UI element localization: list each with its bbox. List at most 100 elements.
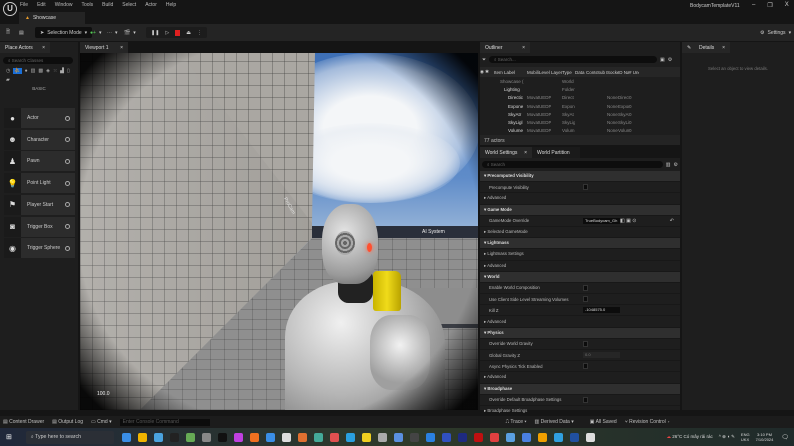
taskbar-search-input[interactable]: ⌕ Type here to search: [25, 430, 114, 444]
column-header[interactable]: Type: [562, 70, 575, 75]
selection-mode-dropdown[interactable]: ➤ Selection Mode ▾: [35, 27, 93, 38]
actor-item-player-start[interactable]: ⚑ Player Start: [4, 194, 75, 215]
content-drawer-button[interactable]: ▤ Content Drawer: [3, 419, 44, 425]
all-classes-icon[interactable]: ▟: [60, 68, 64, 74]
setting-row-world[interactable]: ▾ World: [480, 271, 680, 283]
setting-checkbox[interactable]: [583, 284, 588, 291]
derived-data-button[interactable]: ▥ Derived Data ▾: [535, 419, 574, 425]
close-tab-icon[interactable]: ×: [42, 45, 45, 51]
setting-row-precomputed-visibility[interactable]: ▾ Precomputed Visibility: [480, 171, 680, 183]
settings-button[interactable]: ⚙ Settings ▾: [760, 27, 791, 38]
menu-tools[interactable]: Tools: [81, 2, 93, 8]
setting-row-physics[interactable]: ▾ Physics: [480, 327, 680, 339]
columns-icon[interactable]: ▥: [666, 162, 671, 168]
search-classes-input[interactable]: ⌕ Search Classes: [3, 57, 73, 64]
taskbar-app-icon[interactable]: [505, 432, 515, 442]
help-icon[interactable]: [65, 115, 70, 121]
help-icon[interactable]: [65, 224, 70, 229]
taskbar-app-icon[interactable]: [121, 432, 131, 442]
placeable-icon[interactable]: ▰: [6, 77, 10, 83]
world-partition-tab[interactable]: World Partition: [532, 147, 580, 158]
taskbar-app-icon[interactable]: [313, 432, 323, 442]
setting-row-lightmass-settings[interactable]: ▸ Lightmass Settings: [480, 249, 680, 261]
pause-button[interactable]: ❚❚: [151, 30, 159, 36]
volumes-icon[interactable]: ⁙: [53, 68, 57, 74]
unreal-logo-icon[interactable]: U: [3, 2, 17, 16]
cinematics-button[interactable]: 🎬 ▾: [124, 27, 136, 38]
taskbar-app-icon[interactable]: [537, 432, 547, 442]
menu-build[interactable]: Build: [102, 2, 113, 8]
outliner-row[interactable]: Showcase (World: [480, 77, 680, 85]
close-tab-icon[interactable]: ×: [120, 45, 123, 51]
stop-button[interactable]: [175, 29, 181, 36]
taskbar-app-icon[interactable]: [457, 432, 467, 442]
help-icon[interactable]: [65, 137, 70, 143]
taskbar-app-icon[interactable]: [265, 432, 275, 442]
taskbar-app-icon[interactable]: [473, 432, 483, 442]
taskbar-app-icon[interactable]: [585, 432, 595, 442]
taskbar-app-icon[interactable]: [361, 432, 371, 442]
reset-icon[interactable]: ↶: [670, 218, 674, 224]
basic-category-icon[interactable]: ⛹: [13, 68, 22, 74]
actor-item-trigger-sphere[interactable]: ◉ Trigger Sphere: [4, 238, 75, 259]
clock[interactable]: 3:10 PM 7/10/2024: [756, 432, 774, 442]
notifications-icon[interactable]: 🗨: [781, 434, 789, 441]
tray-icons[interactable]: ^ ⊕ ◖ ✎: [719, 434, 735, 440]
visibility-column-icon[interactable]: ◉ ✱: [480, 69, 494, 75]
close-tab-icon[interactable]: ×: [524, 150, 527, 156]
details-tab[interactable]: ✎ Details ×: [682, 42, 730, 53]
actor-item-pawn[interactable]: ♟ Pawn: [4, 151, 75, 172]
lights-icon[interactable]: ●: [25, 68, 28, 74]
taskbar-app-icon[interactable]: [553, 432, 563, 442]
taskbar-app-icon[interactable]: [233, 432, 243, 442]
actor-item-point-light[interactable]: 💡 Point Light: [4, 173, 75, 194]
taskbar-app-icon[interactable]: [489, 432, 499, 442]
eject-button[interactable]: ⏏: [186, 30, 191, 36]
column-header[interactable]: Socket: [607, 70, 618, 75]
setting-row-advanced[interactable]: ▸ Advanced: [480, 261, 680, 272]
cmd-dropdown[interactable]: ▭ Cmd ▾: [91, 419, 112, 425]
setting-checkbox[interactable]: [583, 184, 588, 191]
taskbar-app-icon[interactable]: [393, 432, 403, 442]
cinematic-icon[interactable]: ▥: [31, 68, 36, 74]
revision-control-button[interactable]: ⑂ Revision Control ▾: [625, 419, 670, 425]
gamemode-dropdown[interactable]: TrueBodycam_Gh: [583, 217, 620, 224]
column-header[interactable]: Layer: [551, 70, 562, 75]
shapes-icon[interactable]: ▯: [67, 68, 70, 74]
taskbar-app-icon[interactable]: [137, 432, 147, 442]
windows-start-icon[interactable]: ⊞: [6, 433, 12, 441]
menu-actor[interactable]: Actor: [145, 2, 157, 8]
taskbar-app-icon[interactable]: [441, 432, 451, 442]
taskbar-app-icon[interactable]: [425, 432, 435, 442]
actor-item-character[interactable]: ☻ Character: [4, 129, 75, 150]
setting-row-advanced[interactable]: ▸ Advanced: [480, 316, 680, 328]
setting-checkbox[interactable]: [583, 396, 588, 403]
taskbar-app-icon[interactable]: [297, 432, 307, 442]
menu-file[interactable]: File: [20, 2, 28, 8]
gear-icon[interactable]: ⚙: [668, 57, 672, 63]
visual-effects-icon[interactable]: ▩: [38, 68, 43, 74]
setting-checkbox[interactable]: [583, 363, 588, 370]
setting-checkbox[interactable]: [583, 296, 588, 303]
taskbar-app-icon[interactable]: [569, 432, 579, 442]
setting-row-broadphase[interactable]: ▾ Broadphase: [480, 383, 680, 395]
close-tab-icon[interactable]: ×: [522, 45, 525, 51]
console-command-input[interactable]: Enter Console Command: [119, 418, 210, 426]
setting-value-input[interactable]: -1048575.0: [583, 307, 620, 314]
menu-select[interactable]: Select: [122, 2, 136, 8]
output-log-button[interactable]: ▤ Output Log: [52, 419, 83, 425]
setting-checkbox[interactable]: [583, 340, 588, 347]
column-header[interactable]: Mobilit: [527, 70, 539, 75]
viewport-tab[interactable]: Viewport 1 ×: [80, 42, 128, 53]
save-icon[interactable]: 🗎: [6, 27, 10, 38]
outliner-row[interactable]: VolumeMovatUEDPIVolumNoneVolum0: [480, 127, 680, 135]
language-indicator[interactable]: ENG UKX: [741, 432, 750, 442]
outliner-row[interactable]: Lighting Folder: [480, 85, 680, 93]
column-header[interactable]: # Unca: [629, 70, 639, 75]
setting-row-game-mode[interactable]: ▾ Game Mode: [480, 204, 680, 216]
close-tab-icon[interactable]: ×: [722, 45, 725, 51]
outliner-search-input[interactable]: ⌕ Search...: [489, 56, 658, 63]
viewport[interactable]: AI System ProCam 100.0: [80, 53, 478, 410]
all-saved-button[interactable]: ▣ All Saved: [590, 419, 617, 425]
outliner-tab[interactable]: Outliner ×: [480, 42, 530, 53]
